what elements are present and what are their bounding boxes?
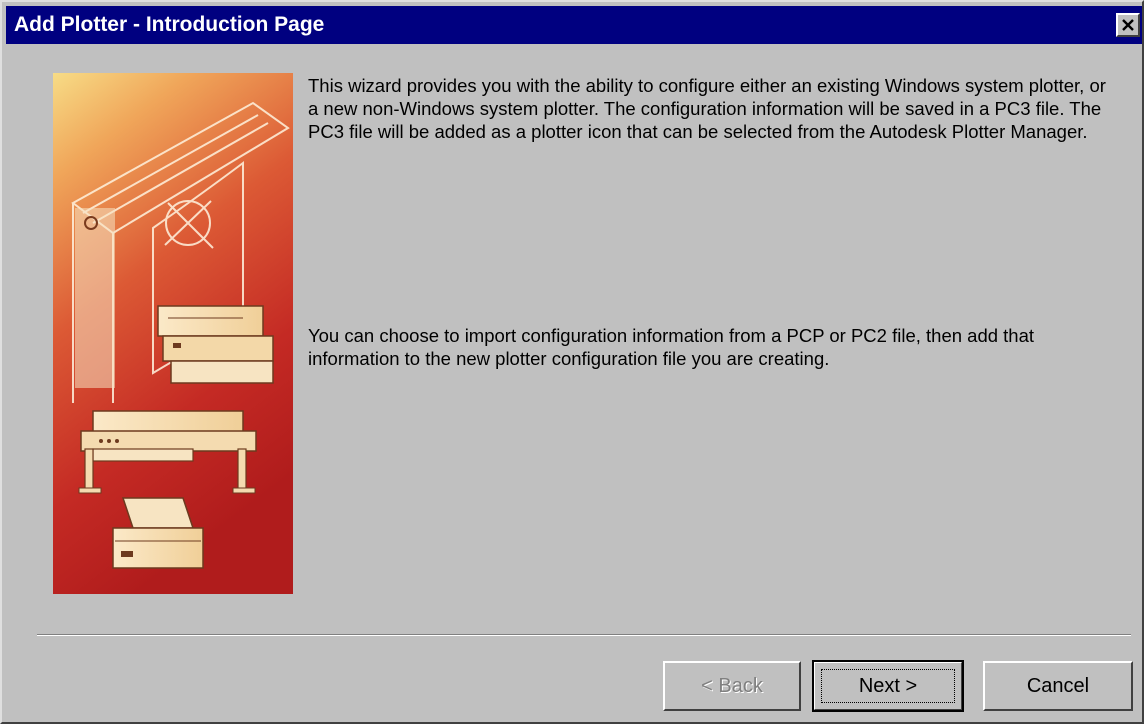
separator-line (37, 634, 1131, 636)
cancel-button-label: Cancel (1026, 674, 1090, 697)
close-icon (1122, 19, 1134, 31)
back-button-label: < Back (701, 674, 763, 697)
import-paragraph: You can choose to import configuration i… (308, 325, 1035, 369)
next-button[interactable]: Next > (812, 660, 964, 712)
close-button[interactable] (1116, 13, 1140, 37)
next-button-label: Next > (858, 674, 918, 697)
back-button[interactable]: < Back (663, 661, 801, 711)
intro-paragraph: This wizard provides you with the abilit… (308, 75, 1106, 142)
cancel-button[interactable]: Cancel (983, 661, 1133, 711)
window-title: Add Plotter - Introduction Page (14, 13, 325, 36)
wizard-dialog: Add Plotter - Introduction Page This wiz… (0, 0, 1144, 724)
title-bar[interactable]: Add Plotter - Introduction Page (6, 6, 1142, 44)
wizard-illustration (53, 73, 293, 594)
